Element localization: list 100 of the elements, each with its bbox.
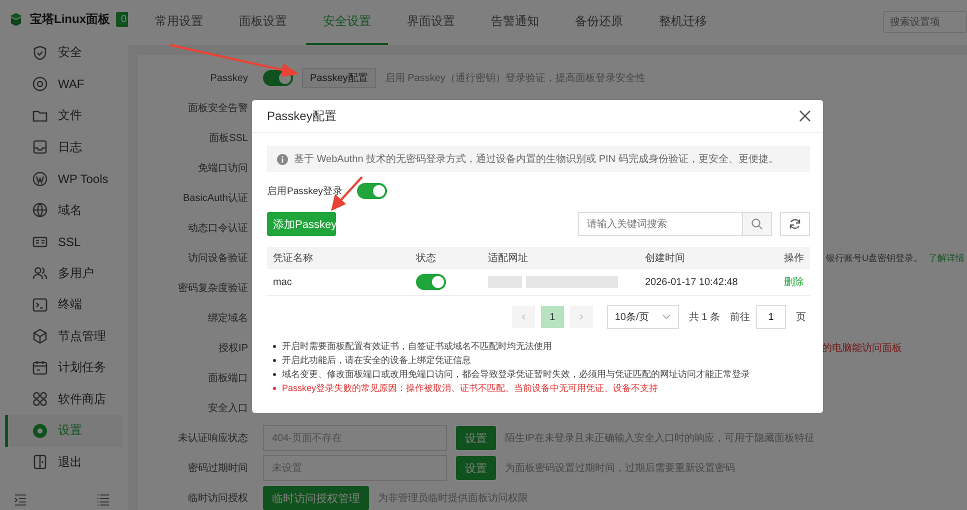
sidebar-item[interactable]: SSL — [5, 226, 123, 258]
settings-icon — [32, 422, 48, 439]
sidebar-item[interactable]: 设置 — [5, 415, 123, 446]
sidebar-item[interactable]: 软件商店 — [5, 384, 123, 415]
setting-description: 银行账号U盘密钥登录。 — [826, 252, 922, 264]
setting-label: 密码复杂度验证 — [177, 282, 248, 295]
sidebar-item[interactable]: 退出 — [5, 446, 123, 478]
setting-label: 面板端口 — [207, 372, 248, 385]
tab[interactable]: 面板设置 — [222, 0, 304, 45]
users-icon — [32, 265, 48, 282]
setting-description: 陌生IP在未登录且未正确输入安全入口时的响应，可用于隐藏面板特征 — [505, 432, 814, 445]
close-icon[interactable] — [799, 110, 811, 122]
cube-icon — [32, 328, 48, 344]
wordpress-icon — [32, 170, 48, 187]
calendar-icon — [32, 360, 48, 376]
info-text: 基于 WebAuthn 技术的无密码登录方式，通过设备内置的生物识别或 PIN 码完成身份验证，更安全、更便捷。 — [294, 152, 778, 166]
sidebar-item[interactable]: 计划任务 — [5, 352, 123, 384]
setting-label: 绑定域名 — [207, 312, 248, 325]
bullet-icon — [273, 386, 276, 390]
tab[interactable]: 备份还原 — [558, 0, 640, 45]
goto-label: 前往 — [730, 310, 750, 324]
setting-description: 为面板密码设置过期时间，过期后需要重新设置密码 — [505, 462, 735, 475]
column-header: 创建时间 — [639, 247, 769, 269]
manage-button[interactable]: 临时访问授权管理 — [263, 486, 369, 510]
setting-label: 未认证响应状态 — [177, 432, 248, 445]
search-button[interactable] — [743, 212, 772, 236]
globe-icon — [32, 202, 48, 218]
info-icon — [277, 154, 288, 164]
column-header: 状态 — [410, 247, 482, 269]
sidebar-item[interactable]: 安全 — [5, 37, 123, 68]
tab[interactable]: 界面设置 — [390, 0, 472, 45]
sidebar-item[interactable]: WAF — [5, 68, 123, 100]
sidebar-item[interactable]: 文件 — [5, 100, 123, 132]
setting-label: 面板SSL — [208, 132, 248, 145]
note-text: 开启时需要面板配置有效证书，自签证书或域名不匹配时均无法使用 — [282, 340, 552, 352]
bullet-icon — [273, 372, 276, 376]
search-icon — [751, 218, 763, 230]
setting-label: 授权IP — [218, 342, 248, 355]
set-button[interactable]: 设置 — [456, 456, 496, 480]
inbox-icon — [32, 139, 48, 156]
setting-label: 动态口令认证 — [187, 222, 248, 235]
tab[interactable]: 告警通知 — [474, 0, 556, 45]
total-count: 共 1 条 — [688, 310, 720, 324]
page-input[interactable]: 1 — [756, 305, 786, 329]
tab[interactable]: 常用设置 — [138, 0, 220, 45]
toggle-switch[interactable] — [356, 183, 387, 199]
terminal-icon — [32, 296, 48, 313]
column-header: 凭证名称 — [267, 247, 410, 269]
note-text: 域名变更、修改面板端口或改用免端口访问，都会导致登录凭证暂时失效，必须用与凭证匹配的网址访问才能正常登录 — [282, 368, 750, 380]
sidebar-item[interactable]: 域名 — [5, 194, 123, 226]
refresh-button[interactable] — [780, 212, 810, 236]
setting-label: 临时访问授权 — [187, 492, 248, 505]
refresh-icon — [789, 218, 801, 230]
dialog-title: Passkey配置 — [267, 108, 336, 124]
setting-description: 启用 Passkey（通行密钥）登录验证，提高面板登录安全性 — [384, 72, 646, 85]
sidebar-item[interactable]: 日志 — [5, 132, 123, 163]
set-button[interactable]: 设置 — [456, 426, 496, 450]
search-field[interactable]: 搜索设置项 — [883, 11, 967, 33]
toggle-label: 启用Passkey登录 — [267, 184, 343, 198]
tab[interactable]: 安全设置 — [306, 0, 388, 45]
caret-icon — [662, 314, 671, 320]
config-button[interactable]: Passkey配置 — [302, 68, 376, 88]
column-header: 适配网址 — [482, 247, 639, 269]
target-icon — [32, 76, 48, 92]
sidebar-item[interactable]: 多用户 — [5, 258, 123, 289]
logout-icon — [32, 454, 48, 470]
setting-label: BasicAuth认证 — [182, 192, 248, 205]
setting-label: 访问设备验证 — [187, 252, 248, 265]
setting-label: 面板安全告警 — [187, 102, 248, 115]
toggle-switch[interactable] — [416, 274, 446, 290]
setting-description: 为非管理员临时提供面板访问权限 — [378, 492, 528, 505]
note-text: 开启此功能后，请在安全的设备上绑定凭证信息 — [282, 354, 471, 366]
apps-icon — [32, 391, 48, 408]
add-button[interactable]: 添加Passkey — [267, 212, 336, 236]
table-cell: mac — [267, 269, 410, 296]
page-unit: 页 — [796, 311, 806, 324]
menu-icon — [97, 494, 110, 506]
column-header: 操作 — [769, 247, 810, 269]
page-size-select[interactable]: 10条/页 — [606, 305, 679, 329]
page-button[interactable]: 1 — [540, 306, 564, 328]
setting-label: 密码过期时间 — [187, 462, 248, 475]
shield-icon — [32, 44, 48, 61]
search-field[interactable]: 请输入关键词搜索 — [578, 212, 743, 236]
bullet-icon — [273, 344, 276, 348]
setting-label: Passkey — [209, 72, 248, 84]
sidebar-item[interactable]: 终端 — [5, 289, 123, 320]
setting-label: 安全入口 — [207, 402, 248, 415]
setting-label: 免端口访问 — [197, 162, 248, 175]
sidebar-item[interactable]: WP Tools — [5, 163, 123, 194]
note-text: Passkey登录失败的常见原因：操作被取消、证书不匹配、当前设备中无可用凭证、设备不支持 — [282, 382, 658, 394]
details-link[interactable]: 了解详情 — [928, 252, 964, 264]
table-cell: 2026-01-17 10:42:48 — [639, 269, 769, 296]
delete-link[interactable]: 删除 — [784, 275, 804, 289]
indent-icon — [14, 494, 27, 506]
logo-text: 宝塔Linux面板 — [30, 10, 110, 28]
tab[interactable]: 整机迁移 — [642, 0, 724, 45]
bullet-icon — [273, 358, 276, 362]
logo-icon — [8, 11, 24, 27]
sidebar-item[interactable]: 节点管理 — [5, 320, 123, 352]
blurred-text — [488, 276, 522, 288]
